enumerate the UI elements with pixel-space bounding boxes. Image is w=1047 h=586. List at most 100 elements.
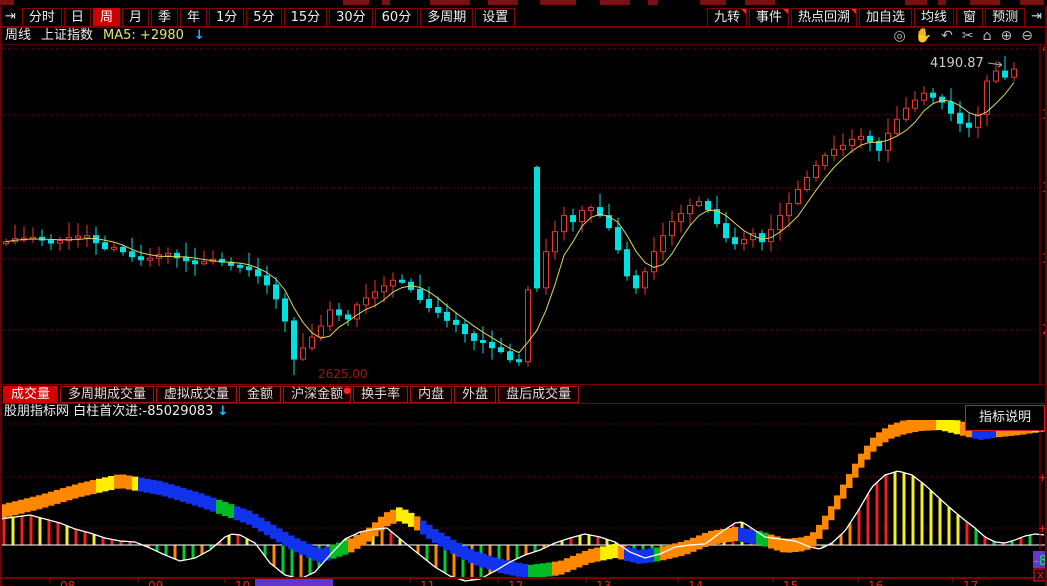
candle-body bbox=[885, 132, 891, 151]
candle-body bbox=[723, 223, 729, 239]
tool-button-窗[interactable]: 窗 bbox=[956, 8, 984, 27]
tool-button-事件[interactable]: 事件 bbox=[749, 8, 790, 27]
period-button-60分[interactable]: 60分 bbox=[374, 8, 419, 27]
indicator-ribbon-block bbox=[528, 564, 535, 579]
period-button-日[interactable]: 日 bbox=[63, 8, 91, 27]
tool-button-预测[interactable]: 预测 bbox=[985, 8, 1026, 27]
tab-盘后成交量[interactable]: 盘后成交量 bbox=[498, 385, 580, 403]
toolbar-left-group: ⇥ 分时日周月季年 1分 5分 15分 30分 60分 多周期 设置 bbox=[0, 6, 516, 27]
candle-body bbox=[966, 122, 972, 128]
main-candlestick-chart[interactable]: 425039003550320028504190.872625.00 bbox=[0, 45, 1047, 384]
indicator-ribbon-block bbox=[594, 547, 601, 562]
indicator-ribbon-block bbox=[456, 543, 463, 557]
period-button-30分[interactable]: 30分 bbox=[329, 8, 373, 27]
upper-toolbar-fragment bbox=[970, 0, 1000, 5]
candle-body bbox=[741, 239, 747, 245]
period-button-周[interactable]: 周 bbox=[92, 8, 120, 27]
upper-toolbar-fragment bbox=[382, 0, 390, 5]
indicator-ribbon-block bbox=[138, 477, 145, 492]
candle-body bbox=[1002, 70, 1008, 78]
zoom-out-icon[interactable]: ⊖ bbox=[1021, 28, 1033, 44]
tab-虚拟成交量[interactable]: 虚拟成交量 bbox=[156, 385, 238, 403]
indicator-ribbon-block bbox=[120, 474, 127, 489]
chart-tool-icons: ◎ ✋ ↶ ✂ ⌂ ⊕ ⊖ bbox=[894, 28, 1047, 44]
tab-外盘[interactable]: 外盘 bbox=[454, 385, 497, 403]
period-button-月[interactable]: 月 bbox=[121, 8, 149, 27]
indicator-source: 股朋指标网 bbox=[4, 404, 70, 419]
indicator-ribbon-block bbox=[630, 548, 637, 563]
period-button-设置[interactable]: 设置 bbox=[475, 8, 516, 27]
corner-flag-icon bbox=[851, 9, 857, 14]
indicator-ribbon-block bbox=[210, 497, 217, 512]
candle-body bbox=[147, 257, 153, 261]
close-x-icon[interactable]: X bbox=[1037, 571, 1044, 582]
indicator-ribbon-block bbox=[174, 486, 181, 501]
candle-body bbox=[309, 336, 315, 349]
candle-body bbox=[957, 112, 963, 124]
tab-成交量[interactable]: 成交量 bbox=[3, 385, 59, 403]
indicator-ribbon-block bbox=[78, 482, 85, 497]
candle-body bbox=[120, 246, 126, 253]
corner-flag-icon bbox=[741, 9, 746, 14]
indicator-panel[interactable]: +5+3+108091011121314151617-8X bbox=[0, 420, 1047, 586]
indicator-ribbon-block bbox=[6, 502, 13, 517]
zoom-in-icon[interactable]: ⊕ bbox=[1001, 28, 1013, 44]
indicator-ribbon-block bbox=[90, 480, 97, 495]
tab-换手率[interactable]: 换手率 bbox=[353, 385, 409, 403]
indicator-ribbon-block bbox=[192, 491, 199, 506]
indicator-ribbon-block bbox=[930, 420, 937, 431]
indicator-ribbon-block bbox=[240, 508, 247, 523]
indicator-ribbon-block bbox=[780, 538, 787, 553]
tool-button-热点回溯[interactable]: 热点回溯 bbox=[791, 8, 858, 27]
indicator-ribbon-block bbox=[246, 510, 253, 525]
candle-body bbox=[921, 92, 927, 101]
candle-body bbox=[318, 325, 324, 338]
indicator-ribbon-block bbox=[474, 551, 481, 566]
tab-沪深金额[interactable]: 沪深金额 ● bbox=[283, 385, 352, 403]
indicator-ribbon-block bbox=[480, 553, 487, 568]
upper-toolbar-fragment bbox=[343, 0, 369, 5]
indicator-help-button[interactable]: 指标说明 bbox=[965, 405, 1045, 431]
indicator-ribbon-block bbox=[162, 482, 169, 497]
indicator-ribbon-block bbox=[258, 517, 265, 532]
scissors-icon[interactable]: ✂ bbox=[962, 28, 974, 44]
period-button-15分[interactable]: 15分 bbox=[283, 8, 328, 27]
tab-内盘[interactable]: 内盘 bbox=[410, 385, 453, 403]
indicator-ribbon-block bbox=[102, 477, 109, 492]
tab-金额[interactable]: 金额 bbox=[239, 385, 282, 403]
tool-button-加自选[interactable]: 加自选 bbox=[859, 8, 913, 27]
period-button-1分[interactable]: 1分 bbox=[209, 8, 245, 27]
ma5-down-arrow-icon: ↓ bbox=[193, 28, 205, 43]
candle-body bbox=[183, 257, 189, 262]
period-button-分时[interactable]: 分时 bbox=[21, 8, 62, 27]
indicator-ribbon-block bbox=[588, 548, 595, 563]
candle-body bbox=[246, 266, 252, 271]
candle-body bbox=[525, 289, 531, 363]
indicator-ribbon-block bbox=[450, 539, 457, 554]
jump-right-icon[interactable]: ⇥ bbox=[1026, 9, 1047, 24]
period-button-5分[interactable]: 5分 bbox=[246, 8, 282, 27]
period-button-年[interactable]: 年 bbox=[179, 8, 207, 27]
period-button-多周期[interactable]: 多周期 bbox=[420, 8, 474, 27]
indicator-ribbon-block bbox=[510, 561, 517, 576]
indicator-ribbon-block bbox=[954, 420, 961, 435]
indicator-ribbon-block bbox=[168, 484, 175, 499]
time-axis-year-label: 08 bbox=[60, 579, 75, 586]
indicator-ribbon-block bbox=[576, 553, 583, 568]
candle-body bbox=[84, 235, 90, 239]
eye-icon[interactable]: ◎ bbox=[894, 28, 906, 44]
candle-body bbox=[399, 279, 405, 283]
tool-button-九转[interactable]: 九转 bbox=[706, 8, 747, 27]
tab-多周期成交量[interactable]: 多周期成交量 bbox=[60, 385, 155, 403]
indicator-ribbon-block bbox=[864, 445, 871, 460]
indicator-ribbon-block bbox=[606, 545, 613, 560]
period-button-季[interactable]: 季 bbox=[150, 8, 178, 27]
undo-icon[interactable]: ↶ bbox=[941, 28, 953, 44]
tool-button-均线[interactable]: 均线 bbox=[914, 8, 955, 27]
hand-icon[interactable]: ✋ bbox=[915, 28, 932, 44]
indicator-ribbon-block bbox=[426, 524, 433, 539]
jump-left-icon[interactable]: ⇥ bbox=[0, 9, 21, 24]
indicator-ribbon-block bbox=[30, 496, 37, 511]
lock-icon[interactable]: ⌂ bbox=[983, 28, 992, 44]
indicator-ribbon-block bbox=[642, 549, 649, 564]
